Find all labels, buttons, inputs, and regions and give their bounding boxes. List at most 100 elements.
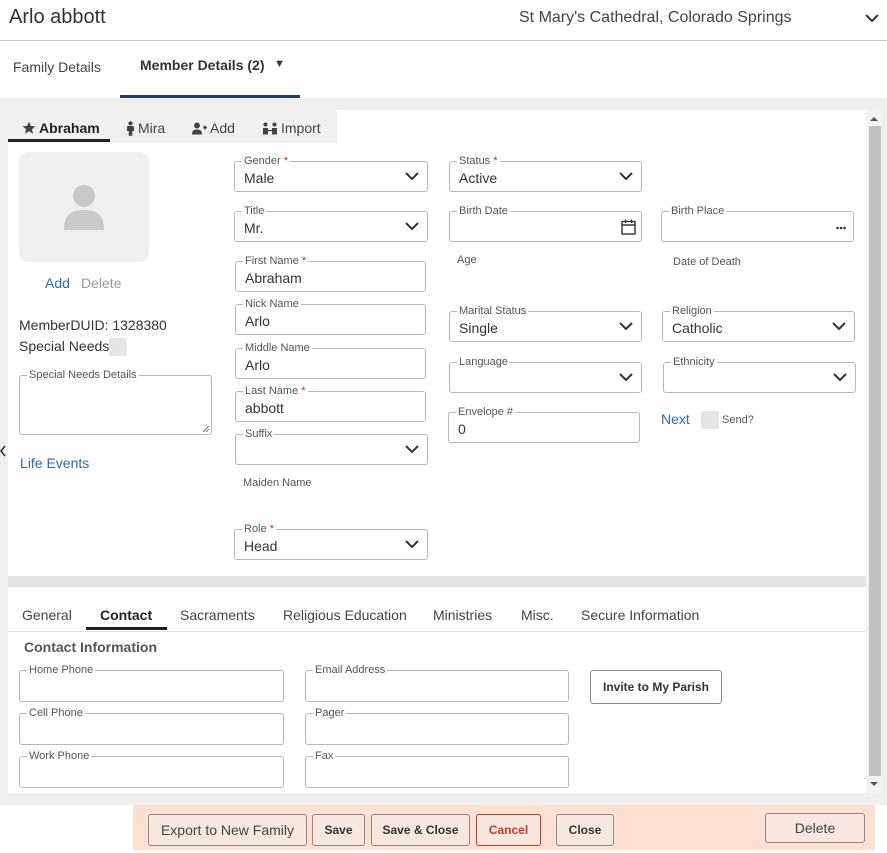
envelope-field[interactable]: Envelope # 0 [448,405,640,443]
tab-member-abraham[interactable]: Abraham [22,120,100,136]
tab-general[interactable]: General [22,607,72,623]
chevron-down-icon [405,540,419,549]
scroll-down-icon[interactable] [869,781,879,787]
tab-add-member[interactable]: Add [192,120,235,136]
life-events-link[interactable]: Life Events [20,455,89,471]
tab-sacraments[interactable]: Sacraments [180,607,255,623]
contact-information-heading: Contact Information [24,639,157,655]
marital-status-label: Marital Status [457,304,529,318]
ellipsis-icon[interactable] [836,226,846,230]
tab-religious-education[interactable]: Religious Education [283,607,407,623]
cancel-button[interactable]: Cancel [476,814,541,846]
invite-to-my-parish-button[interactable]: Invite to My Parish [590,670,722,704]
scroll-up-icon[interactable] [869,116,879,122]
delete-member-button[interactable]: Delete [765,813,865,843]
role-value: Head [244,538,278,554]
pager-field[interactable]: Pager [305,706,569,745]
email-field[interactable]: Email Address [305,663,569,702]
role-label: Role [244,523,267,535]
member-photo [19,152,149,262]
save-button[interactable]: Save [312,814,365,846]
required-marker: * [301,385,306,397]
chevron-down-icon [619,322,633,331]
ethnicity-label: Ethnicity [671,355,717,369]
suffix-select[interactable]: Suffix [235,427,428,465]
age-label: Age [457,254,477,266]
window-header: Arlo abbott St Mary's Cathedral, Colorad… [0,0,887,41]
role-select[interactable]: Role * Head [234,522,428,560]
religion-select[interactable]: Religion Catholic [662,304,855,342]
special-needs-checkbox[interactable] [109,338,127,356]
envelope-label: Envelope # [456,405,516,419]
chevron-down-icon [405,172,419,181]
cell-phone-field[interactable]: Cell Phone [19,706,284,745]
chevron-down-icon[interactable] [863,10,881,26]
nick-name-value: Arlo [245,313,270,329]
status-select[interactable]: Status * Active [449,154,642,192]
tab-import-member-label: Import [281,120,321,136]
birth-place-field[interactable]: Birth Place [661,204,854,242]
language-label: Language [457,355,510,369]
delete-photo-link[interactable]: Delete [81,275,121,291]
parish-selector-label[interactable]: St Mary's Cathedral, Colorado Springs [519,9,792,27]
last-name-label: Last Name [245,385,299,397]
middle-name-field[interactable]: Middle Name Arlo [235,341,426,379]
work-phone-field[interactable]: Work Phone [19,749,284,788]
tab-member-details[interactable]: Member Details (2) ▼ [120,41,300,98]
close-button[interactable]: Close [556,814,614,846]
tab-contact[interactable]: Contact [100,607,152,623]
resize-handle-icon[interactable] [202,425,210,433]
tab-member-details-label: Member Details (2) [140,57,265,73]
chevron-left-icon[interactable] [0,445,6,457]
gender-label: Gender [244,155,281,167]
special-needs-details-field[interactable]: Special Needs Details [19,368,212,435]
page-tabs: Family Details Member Details (2) ▼ [0,41,887,98]
calendar-icon[interactable] [621,219,636,235]
member-duid: MemberDUID: 1328380 [19,317,167,333]
home-phone-field[interactable]: Home Phone [19,663,284,702]
middle-name-label: Middle Name [243,341,312,355]
middle-name-value: Arlo [245,357,270,373]
tab-misc[interactable]: Misc. [521,607,554,623]
tab-ministries[interactable]: Ministries [433,607,492,623]
required-marker: * [301,255,307,267]
add-photo-link[interactable]: Add [45,275,70,291]
required-marker: * [269,523,274,535]
marital-status-select[interactable]: Marital Status Single [449,304,642,342]
suffix-label: Suffix [243,427,275,441]
email-label: Email Address [313,663,388,677]
title-value: Mr. [244,220,264,236]
export-to-new-family-button[interactable]: Export to New Family [148,814,307,846]
gender-select[interactable]: Gender * Male [234,154,428,192]
person-icon [126,120,135,136]
tab-secure-information[interactable]: Secure Information [581,607,699,623]
next-envelope-link[interactable]: Next [661,411,690,427]
envelope-value: 0 [458,421,466,437]
tab-member-mira[interactable]: Mira [126,120,165,136]
pager-label: Pager [313,706,347,720]
nick-name-field[interactable]: Nick Name Arlo [235,297,426,335]
birth-date-field[interactable]: Birth Date [449,204,642,242]
tab-import-member[interactable]: Import [262,120,321,136]
ethnicity-select[interactable]: Ethnicity [663,355,856,393]
title-select[interactable]: Title Mr. [234,204,428,242]
send-checkbox[interactable] [701,411,719,429]
caret-down-icon[interactable]: ▼ [274,58,285,70]
status-label: Status [459,155,491,167]
save-and-close-button[interactable]: Save & Close [371,814,470,846]
language-select[interactable]: Language [449,355,642,393]
tab-member-mira-label: Mira [138,120,166,136]
scrollbar-thumb[interactable] [869,126,881,776]
star-icon [22,121,36,134]
fax-field[interactable]: Fax [305,749,569,788]
first-name-field[interactable]: First Name * Abraham [235,254,426,292]
chevron-down-icon [619,172,633,181]
avatar-placeholder-icon [64,185,104,230]
birth-date-label: Birth Date [457,204,510,218]
import-icon [263,122,277,134]
home-phone-label: Home Phone [27,663,96,677]
required-marker: * [493,155,498,167]
section-divider [8,576,866,587]
chevron-down-icon [833,373,847,382]
last-name-field[interactable]: Last Name * abbott [235,384,426,422]
